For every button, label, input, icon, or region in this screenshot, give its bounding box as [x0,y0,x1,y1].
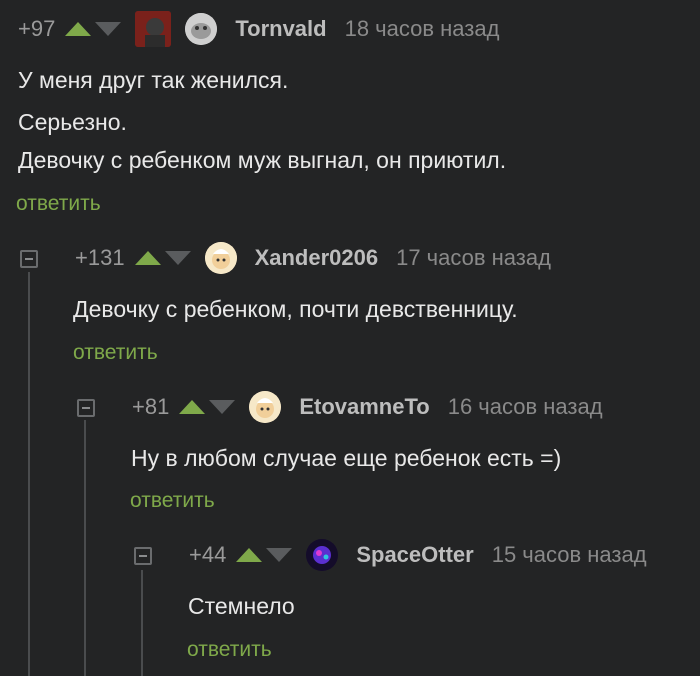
avatar[interactable] [204,242,237,274]
comment-meta: +44 SpaceOtter 15 часов назад [189,538,647,572]
username[interactable]: SpaceOtter [356,542,473,568]
collapse-icon[interactable] [20,250,38,268]
comment-meta: +131 Xander0206 17 часов назад [75,241,551,275]
comment-text-line: Девочку с ребенком, почти девственницу. [73,296,518,322]
avatar-secondary[interactable] [135,11,172,47]
collapse-icon[interactable] [134,547,152,565]
upvote-icon[interactable] [134,251,161,265]
username[interactable]: EtovamneTo [299,394,429,420]
timestamp[interactable]: 15 часов назад [492,542,647,568]
reply-link[interactable]: ответить [16,192,101,216]
downvote-icon[interactable] [164,251,191,265]
comment-meta: +81 EtovamneTo 16 часов назад [132,390,603,424]
rating: +97 [18,16,56,41]
thread-line-level3 [141,570,143,676]
comment-text-line: У меня друг так женился. [18,67,289,93]
reply-link[interactable]: ответить [130,489,215,513]
reply-link[interactable]: ответить [187,638,272,662]
timestamp[interactable]: 17 часов назад [396,245,551,271]
comment-text-line: Ну в любом случае еще ребенок есть =) [131,445,562,471]
reply-link[interactable]: ответить [73,341,158,365]
upvote-icon[interactable] [179,400,206,414]
avatar[interactable] [249,391,282,423]
comment-text-line: Стемнело [188,593,295,619]
thread-line-level2 [84,420,86,676]
upvote-icon[interactable] [236,548,263,562]
downvote-icon[interactable] [95,22,122,36]
rating: +131 [75,245,125,270]
username[interactable]: Tornvald [235,16,326,42]
upvote-icon[interactable] [65,22,92,36]
comment-text-line: Серьезно. [18,109,127,135]
downvote-icon[interactable] [209,400,236,414]
downvote-icon[interactable] [266,548,293,562]
username[interactable]: Xander0206 [255,245,379,271]
thread-line-level1 [28,272,30,676]
comment-text-line: Девочку с ребенком муж выгнал, он приюти… [18,147,507,173]
rating: +44 [189,542,227,567]
rating: +81 [132,394,170,419]
avatar[interactable] [306,539,339,571]
timestamp[interactable]: 18 часов назад [345,16,500,42]
collapse-icon[interactable] [77,399,95,417]
timestamp[interactable]: 16 часов назад [448,394,603,420]
avatar[interactable] [185,13,218,45]
comment-meta: +97 Tornvald 18 часов назад [18,11,500,47]
